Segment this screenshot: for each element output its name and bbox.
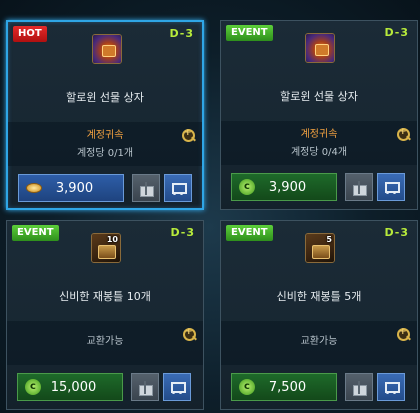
gift-box-item-icon[interactable]	[305, 33, 335, 63]
cart-icon	[383, 180, 400, 194]
item-name: 신비한 재봉틀 5개	[276, 290, 362, 303]
item-info: 교환가능 +	[221, 321, 417, 365]
gift-icon	[138, 380, 153, 396]
gift-box-item-icon[interactable]	[92, 34, 122, 64]
add-to-cart-button[interactable]	[377, 173, 405, 201]
gift-icon	[352, 180, 367, 196]
add-to-cart-button[interactable]	[163, 373, 191, 401]
price-value: 3,900	[268, 179, 307, 195]
gift-button[interactable]	[132, 174, 160, 202]
item-quantity: 5	[326, 235, 332, 244]
days-remaining-label: D-3	[169, 27, 194, 40]
gift-button[interactable]	[131, 373, 159, 401]
gold-coin-icon	[24, 178, 44, 198]
item-name: 할로윈 선물 상자	[280, 90, 358, 103]
green-coin-icon: c	[23, 377, 43, 397]
item-info: 교환가능 +	[7, 321, 203, 365]
zoom-preview-icon[interactable]: +	[182, 128, 196, 143]
zoom-preview-icon[interactable]: +	[183, 327, 197, 342]
sewing-machine-item-icon[interactable]: 5	[305, 233, 335, 263]
gift-button[interactable]	[345, 173, 373, 201]
cart-icon	[169, 380, 186, 394]
event-badge: EVENT	[226, 25, 273, 41]
purchase-limit-label: 계정당 0/1개	[76, 148, 134, 159]
shop-item-card[interactable]: HOT D-3 할로윈 선물 상자 계정귀속 계정당 0/1개 + 3,900	[6, 20, 204, 210]
sewing-machine-item-icon[interactable]: 10	[91, 233, 121, 263]
item-info: 계정귀속 계정당 0/4개 +	[221, 121, 417, 165]
add-to-cart-button[interactable]	[164, 174, 192, 202]
gift-button[interactable]	[345, 373, 373, 401]
exchangeable-label: 교환가능	[86, 336, 124, 347]
card-footer: c 3,900	[221, 169, 417, 209]
price-value: 3,900	[55, 180, 94, 196]
shop-item-card[interactable]: EVENT D-3 10 신비한 재봉틀 10개 교환가능 + c 15,000	[6, 220, 204, 410]
account-bound-label: 계정귀속	[86, 130, 124, 141]
zoom-preview-icon[interactable]: +	[397, 327, 411, 342]
green-coin-icon: c	[237, 177, 257, 197]
price-value: 7,500	[268, 379, 307, 395]
days-remaining-label: D-3	[170, 226, 195, 239]
price-button[interactable]: c 3,900	[231, 173, 337, 201]
event-badge: EVENT	[12, 225, 59, 241]
green-coin-icon: c	[237, 377, 257, 397]
item-quantity: 10	[106, 235, 118, 244]
days-remaining-label: D-3	[384, 226, 409, 239]
exchangeable-label: 교환가능	[300, 336, 338, 347]
add-to-cart-button[interactable]	[377, 373, 405, 401]
price-button[interactable]: c 15,000	[17, 373, 123, 401]
item-info: 계정귀속 계정당 0/1개 +	[8, 122, 202, 166]
card-footer: 3,900	[8, 170, 202, 210]
shop-item-card[interactable]: EVENT D-3 할로윈 선물 상자 계정귀속 계정당 0/4개 + c 3,…	[220, 20, 418, 210]
price-button[interactable]: c 7,500	[231, 373, 337, 401]
cart-icon	[383, 380, 400, 394]
days-remaining-label: D-3	[384, 26, 409, 39]
cart-icon	[170, 181, 187, 195]
item-name: 할로윈 선물 상자	[66, 91, 144, 104]
gift-icon	[139, 181, 154, 197]
purchase-limit-label: 계정당 0/4개	[290, 147, 348, 158]
event-badge: EVENT	[226, 225, 273, 241]
card-footer: c 7,500	[221, 369, 417, 409]
gift-icon	[352, 380, 367, 396]
zoom-preview-icon[interactable]: +	[397, 127, 411, 142]
item-name: 신비한 재봉틀 10개	[59, 290, 151, 303]
hot-badge: HOT	[13, 26, 47, 42]
account-bound-label: 계정귀속	[300, 129, 338, 140]
price-value: 15,000	[50, 379, 97, 395]
shop-item-card[interactable]: EVENT D-3 5 신비한 재봉틀 5개 교환가능 + c 7,500	[220, 220, 418, 410]
card-footer: c 15,000	[7, 369, 203, 409]
price-button[interactable]: 3,900	[18, 174, 124, 202]
